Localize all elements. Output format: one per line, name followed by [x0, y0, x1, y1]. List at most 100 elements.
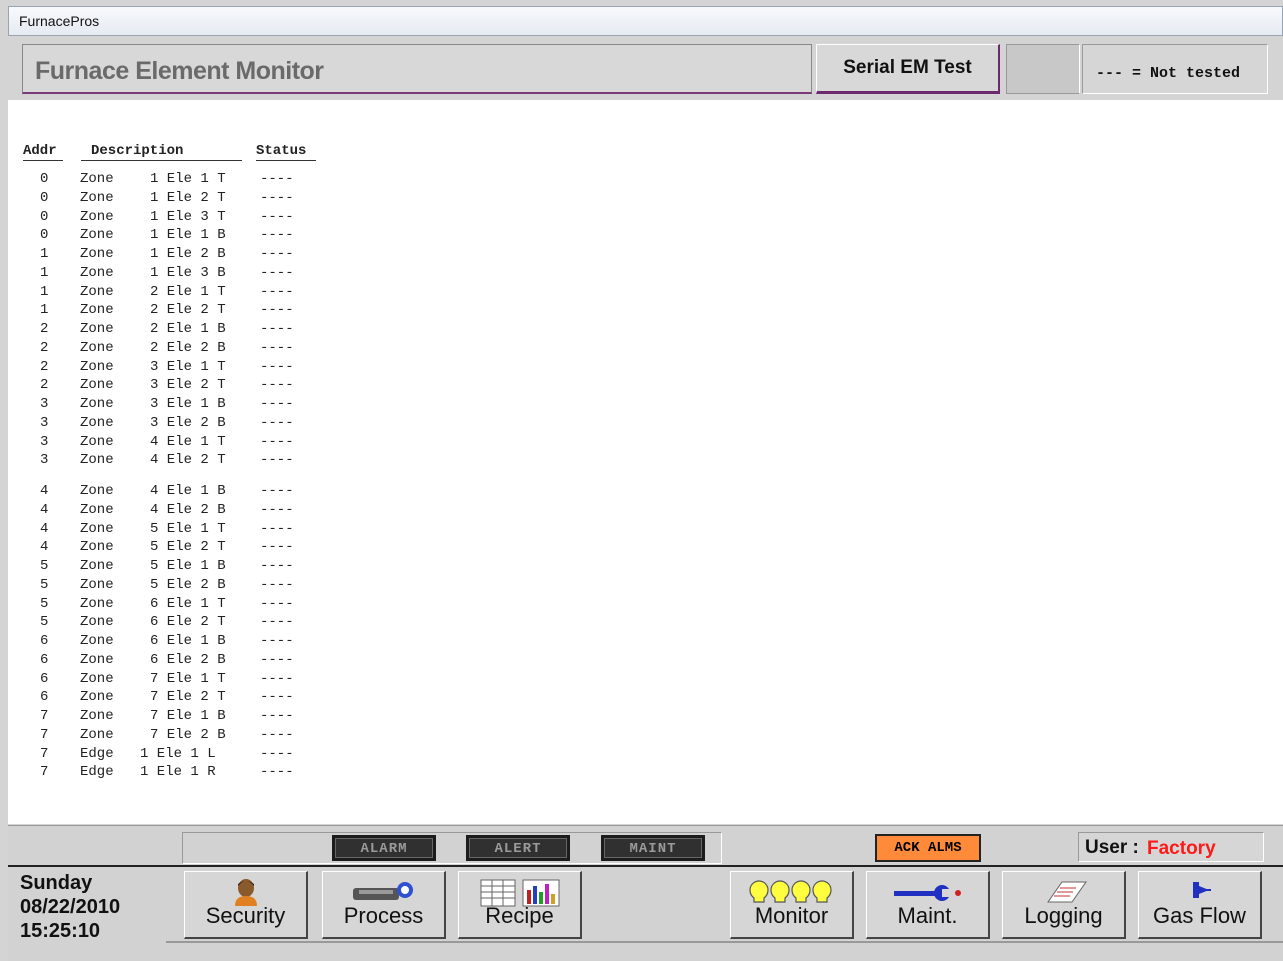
row-description: 1 Ele 2 B — [150, 246, 226, 262]
row-type: Zone — [80, 595, 114, 612]
row-description: 7 Ele 1 B — [150, 708, 226, 724]
row-description: 2 Ele 1 T — [150, 283, 226, 300]
user-label: User : — [1085, 837, 1139, 858]
row-type: Zone — [80, 501, 114, 518]
row-description: 4 Ele 1 B — [150, 483, 226, 499]
row-description: 5 Ele 2 T — [150, 539, 226, 556]
element-table: Addr Description Status 0 Zone 1 Ele 1 T --… — [8, 100, 1283, 824]
logging-paper-icon — [1003, 878, 1124, 906]
user-display: User : Factory — [1078, 832, 1264, 862]
row-addr: 4 — [40, 483, 49, 499]
logging-button[interactable]: Logging — [1002, 871, 1126, 939]
row-addr: 1 — [40, 283, 49, 300]
recipe-button[interactable]: Recipe — [458, 871, 582, 939]
row-status: ---- — [260, 483, 294, 499]
row-status: ---- — [260, 595, 294, 612]
row-status: ---- — [260, 189, 294, 206]
row-description: 7 Ele 1 T — [150, 670, 226, 687]
row-addr: 0 — [40, 189, 49, 206]
row-addr: 7 — [40, 764, 49, 781]
row-status: ---- — [260, 227, 294, 244]
logging-label: Logging — [1024, 903, 1103, 928]
row-type: Zone — [80, 171, 114, 187]
header-blank-panel — [1006, 44, 1080, 94]
row-status: ---- — [260, 339, 294, 356]
alarm-bar: ALARM ALERT MAINT ACK ALMS User : Factor… — [8, 825, 1283, 865]
row-addr: 4 — [40, 539, 49, 556]
row-type: Zone — [80, 558, 114, 574]
row-description: 1 Ele 1 R — [140, 764, 216, 781]
row-description: 1 Ele 3 B — [150, 264, 226, 281]
row-type: Zone — [80, 414, 114, 431]
row-status: ---- — [260, 614, 294, 631]
row-description: 5 Ele 2 B — [150, 576, 226, 593]
row-type: Zone — [80, 302, 114, 319]
user-value: Factory — [1147, 838, 1216, 859]
row-addr: 0 — [40, 227, 49, 244]
row-type: Zone — [80, 708, 114, 724]
row-type: Zone — [80, 689, 114, 706]
maint-label: Maint. — [897, 903, 958, 928]
row-status: ---- — [260, 764, 294, 781]
row-addr: 3 — [40, 433, 49, 450]
row-description: 1 Ele 1 T — [150, 171, 226, 187]
wrench-icon — [867, 878, 988, 906]
row-addr: 7 — [40, 708, 49, 724]
row-type: Zone — [80, 726, 114, 743]
gas-flow-button[interactable]: Gas Flow — [1138, 871, 1262, 939]
row-status: ---- — [260, 576, 294, 593]
row-addr: 5 — [40, 576, 49, 593]
window-title: FurnacePros — [19, 13, 100, 29]
serial-em-test-button[interactable]: Serial EM Test — [816, 44, 1000, 94]
row-addr: 1 — [40, 302, 49, 319]
row-description: 1 Ele 3 T — [150, 208, 226, 225]
row-status: ---- — [260, 358, 294, 375]
row-status: ---- — [260, 726, 294, 743]
window-titlebar: FurnacePros — [8, 6, 1283, 36]
ack-alarms-label: ACK ALMS — [894, 840, 962, 856]
row-description: 7 Ele 2 T — [150, 689, 226, 706]
row-status: ---- — [260, 558, 294, 574]
row-description: 3 Ele 1 B — [150, 396, 226, 412]
row-status: ---- — [260, 283, 294, 300]
row-description: 6 Ele 1 B — [150, 633, 226, 649]
row-addr: 6 — [40, 633, 49, 649]
alert-indicator: ALERT — [466, 835, 570, 861]
datetime-display: Sunday 08/22/2010 15:25:10 — [20, 871, 170, 947]
serial-em-test-label: Serial EM Test — [843, 57, 972, 78]
row-description: 4 Ele 2 B — [150, 501, 226, 518]
col-header-description: Description — [91, 143, 184, 159]
row-type: Edge — [80, 764, 114, 781]
row-status: ---- — [260, 377, 294, 394]
row-type: Zone — [80, 321, 114, 337]
process-furnace-icon — [323, 878, 444, 906]
row-type: Zone — [80, 208, 114, 225]
monitor-button[interactable]: Monitor — [730, 871, 854, 939]
ack-alarms-button[interactable]: ACK ALMS — [875, 834, 981, 862]
security-button[interactable]: Security — [184, 871, 308, 939]
row-addr: 3 — [40, 396, 49, 412]
row-status: ---- — [260, 302, 294, 319]
process-button[interactable]: Process — [322, 871, 446, 939]
day-label: Sunday — [20, 872, 93, 894]
row-description: 7 Ele 2 B — [150, 726, 226, 743]
col-underline-description — [81, 160, 242, 161]
nav-divider — [166, 941, 1283, 943]
row-type: Zone — [80, 539, 114, 556]
row-description: 5 Ele 1 B — [150, 558, 226, 574]
row-status: ---- — [260, 433, 294, 450]
maint-button[interactable]: Maint. — [866, 871, 990, 939]
row-addr: 2 — [40, 358, 49, 375]
row-status: ---- — [260, 396, 294, 412]
monitor-bulbs-icon — [731, 878, 852, 906]
row-addr: 5 — [40, 558, 49, 574]
row-addr: 5 — [40, 595, 49, 612]
alarm-indicator: ALARM — [332, 835, 436, 861]
row-status: ---- — [260, 689, 294, 706]
row-addr: 7 — [40, 726, 49, 743]
row-status: ---- — [260, 208, 294, 225]
row-type: Zone — [80, 189, 114, 206]
row-addr: 6 — [40, 651, 49, 668]
row-description: 1 Ele 1 B — [150, 227, 226, 244]
row-addr: 4 — [40, 501, 49, 518]
